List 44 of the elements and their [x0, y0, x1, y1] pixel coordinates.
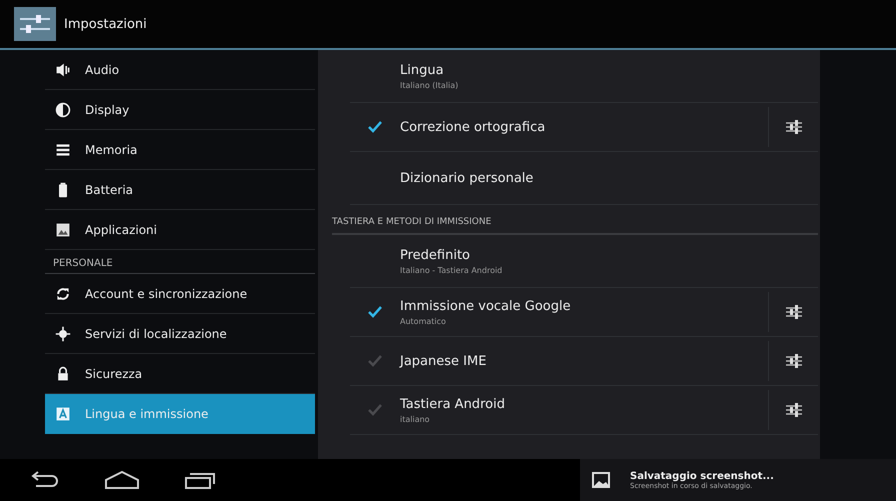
checkbox[interactable]: [368, 306, 382, 318]
speaker-icon: [55, 62, 71, 78]
sliders-icon: [784, 353, 802, 369]
preference-row[interactable]: Correzione ortografica: [350, 103, 818, 152]
preference-title: Correzione ortografica: [400, 120, 546, 134]
sidebar-item[interactable]: Display: [45, 90, 315, 130]
section-header: TASTIERA E METODI DI IMMISSIONE: [332, 205, 818, 235]
preference-title: Tastiera Android: [400, 396, 506, 412]
sidebar-item[interactable]: Account e sincronizzazione: [45, 274, 315, 314]
home-button[interactable]: [102, 468, 142, 492]
preference-title: Immissione vocale Google: [400, 298, 572, 314]
preference-title: Predefinito: [400, 248, 472, 262]
sidebar-item[interactable]: Applicazioni: [45, 210, 315, 250]
sidebar-item[interactable]: Audio: [45, 50, 315, 90]
preference-summary: Italiano - Tastiera Android: [400, 266, 504, 274]
preference-title: Lingua: [400, 62, 445, 78]
sliders-icon: [784, 402, 802, 418]
location-icon: [55, 326, 71, 342]
preference-summary: Italiano (Italia): [400, 80, 460, 90]
sidebar-item[interactable]: Servizi di localizzazione: [45, 314, 315, 354]
checkbox[interactable]: [368, 121, 382, 133]
preference-row[interactable]: Immissione vocale Google Automatico: [350, 288, 818, 337]
image-icon: [592, 472, 610, 488]
lock-icon: [55, 366, 71, 382]
sidebar-item[interactable]: Batteria: [45, 170, 315, 210]
settings-app-icon[interactable]: [14, 7, 56, 41]
sidebar-item[interactable]: Memoria: [45, 130, 315, 170]
section-header: PERSONALE: [45, 250, 315, 274]
preference-title: Dizionario personale: [400, 170, 534, 186]
preference-row[interactable]: Lingua Italiano (Italia): [350, 50, 818, 103]
app-title: Impostazioni: [64, 16, 147, 32]
apps-icon: [55, 222, 71, 238]
preference-row[interactable]: Predefinito Italiano - Tastiera Android: [350, 235, 818, 288]
sliders-icon: [784, 304, 802, 320]
preference-summary: Automatico: [400, 316, 447, 326]
preference-title: Japanese IME: [400, 354, 488, 368]
letter-icon: [55, 406, 71, 422]
storage-icon: [55, 142, 71, 158]
sync-icon: [55, 286, 71, 302]
preference-summary: italiano: [400, 414, 431, 424]
sliders-icon: [784, 119, 802, 135]
preference-row[interactable]: Dizionario personale: [350, 152, 818, 205]
contrast-icon: [55, 102, 71, 118]
notification-title: Salvataggio screenshot...: [630, 470, 774, 482]
